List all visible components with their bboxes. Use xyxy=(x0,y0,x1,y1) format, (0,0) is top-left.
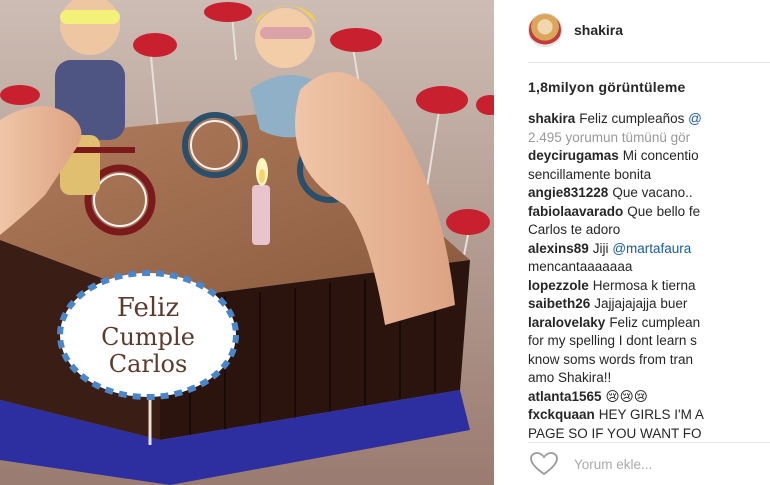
comment-text-line: for my spelling I dont learn s xyxy=(528,333,697,348)
comment-text: HEY GIRLS I'M A xyxy=(598,407,704,422)
comment-item: atlanta1565 😢😢😢 xyxy=(528,388,770,407)
topper-line-3: Carlos xyxy=(109,350,188,378)
comment-text: Mi concentio xyxy=(622,148,699,163)
comment-username[interactable]: fabiolaavarado xyxy=(528,204,623,219)
caption-username[interactable]: shakira xyxy=(528,111,575,126)
header-divider xyxy=(528,62,770,63)
comment-text-line: amo Shakira!! xyxy=(528,370,612,385)
comment-text: Hermosa k tierna xyxy=(592,277,696,293)
caption: shakira Feliz cumpleaños @ xyxy=(528,110,770,129)
comment-text-line: mencantaaaaaaa xyxy=(528,259,633,274)
comment-username[interactable]: alexins89 xyxy=(528,241,589,256)
comment-text-line: PAGE SO IF YOU WANT FO xyxy=(528,425,702,441)
comment-text-line: know soms words from tran xyxy=(528,351,694,367)
comment-text: Feliz cumplean xyxy=(609,314,701,330)
comment-username[interactable]: lopezzole xyxy=(528,278,589,293)
comment-text: Que vacano.. xyxy=(612,185,693,200)
comment-item: fabiolaavarado Que bello fe Carlos te ado… xyxy=(528,203,770,240)
comment-text: 😢😢😢 xyxy=(605,388,648,404)
footer-divider xyxy=(528,442,770,443)
avatar[interactable] xyxy=(528,13,562,47)
caption-text: Feliz cumpleaños xyxy=(579,111,685,126)
heart-outline-icon[interactable] xyxy=(528,450,560,478)
comment-item: laralovelaky Feliz cumplean for my spelli… xyxy=(528,314,770,388)
comment-mention[interactable]: @martafaura xyxy=(612,241,691,256)
cake-photo: Feliz Cumple Carlos xyxy=(0,0,494,485)
comment-item: saibeth26 Jajjajajajja buer xyxy=(528,295,770,314)
comment-item: alexins89 Jiji @martafaura mencantaaaaaaa xyxy=(528,240,770,277)
add-comment-input[interactable]: Yorum ekle... xyxy=(574,457,652,472)
topper-line-2: Cumple xyxy=(101,323,195,351)
comment-text: Jiji xyxy=(592,240,609,256)
comment-username[interactable]: laralovelaky xyxy=(528,315,605,330)
comment-footer: Yorum ekle... xyxy=(528,444,770,484)
post-header: shakira xyxy=(528,12,623,48)
comments-list: shakira Feliz cumpleaños @ 2.495 yorumun … xyxy=(528,110,770,443)
comment-username[interactable]: deycirugamas xyxy=(528,148,619,163)
comment-item: deycirugamas Mi concentio sencillamente b… xyxy=(528,147,770,184)
comment-text-line: sencillamente bonita xyxy=(528,166,652,182)
topper-line-1: Feliz xyxy=(117,293,179,323)
comment-text: Jajjajajajja buer xyxy=(594,296,688,311)
divider xyxy=(494,0,528,485)
caption-mention[interactable]: @ xyxy=(688,111,702,126)
view-all-comments-link[interactable]: 2.495 yorumun tümünü gör xyxy=(528,129,770,148)
post-media[interactable]: Feliz Cumple Carlos xyxy=(0,0,494,485)
comment-username[interactable]: angie831228 xyxy=(528,185,608,200)
comment-item: lopezzole Hermosa k tierna xyxy=(528,277,770,296)
comment-username[interactable]: atlanta1565 xyxy=(528,389,602,404)
comment-username[interactable]: fxckquaan xyxy=(528,407,595,422)
comment-text-line: Carlos te adoro xyxy=(528,222,621,237)
comment-text: Que bello fe xyxy=(627,203,701,219)
comment-item: fxckquaan HEY GIRLS I'M A PAGE SO IF YOU … xyxy=(528,406,770,443)
comment-item: angie831228 Que vacano.. xyxy=(528,184,770,203)
comment-username[interactable]: saibeth26 xyxy=(528,296,590,311)
post-details: shakira 1,8milyon görüntüleme shakira Fel… xyxy=(528,0,770,485)
post-username[interactable]: shakira xyxy=(574,22,623,38)
view-count: 1,8milyon görüntüleme xyxy=(528,79,686,95)
